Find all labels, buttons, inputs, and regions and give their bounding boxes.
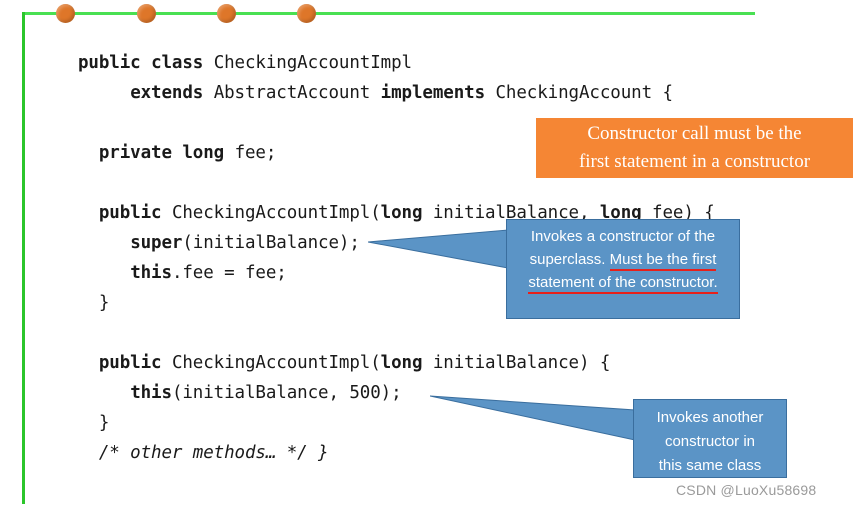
code-token-12-2: this: [130, 383, 172, 403]
callout-super-pointer-tail: [368, 229, 509, 269]
code-token-1-2: class: [151, 53, 214, 73]
callout-this-pointer-tail: [430, 395, 636, 441]
callout-super-text-plain: Invokes a constructor of the superclass.…: [528, 228, 718, 294]
code-token-7-1: [78, 233, 130, 253]
code-token-12-1: [78, 383, 130, 403]
csdn-watermark: CSDN @LuoXu58698: [676, 482, 817, 498]
bullet-dot-4: [297, 4, 316, 23]
code-token-11-1: [78, 353, 99, 373]
decor-vertical-line: [22, 12, 25, 504]
code-token-12-3: (initialBalance, 500);: [171, 383, 402, 403]
code-token-11-3: CheckingAccountImpl(: [171, 353, 381, 373]
code-token-2-2: extends: [130, 83, 214, 103]
code-token-4-4: fee;: [234, 143, 277, 163]
code-token-6-4: long: [380, 203, 433, 223]
decor-horizontal-line: [22, 12, 755, 15]
callout-this-explanation: Invokes another constructor in this same…: [633, 399, 787, 478]
code-token-7-2: super: [130, 233, 183, 253]
bullet-dot-3: [217, 4, 236, 23]
slide-canvas: public class CheckingAccountImpl extends…: [0, 0, 853, 505]
code-token-2-4: implements: [380, 83, 496, 103]
code-token-2-3: AbstractAccount: [213, 83, 381, 103]
code-token-11-4: long: [380, 353, 433, 373]
callout-this-line-2: constructor in: [664, 433, 756, 450]
code-token-2-1: [78, 83, 130, 103]
code-token-8-1: [78, 263, 130, 283]
callout-constructor-rule-line-1: Constructor call must be the: [587, 123, 802, 144]
callout-this-line-3: this same class: [658, 457, 762, 474]
code-token-11-5: initialBalance) {: [432, 353, 611, 373]
code-token-11-2: public: [98, 353, 172, 373]
code-token-13-1: }: [78, 413, 110, 433]
code-token-2-5: CheckingAccount {: [495, 83, 673, 103]
code-token-6-1: [78, 203, 99, 223]
code-token-4-2: private: [98, 143, 183, 163]
code-token-4-3: long: [182, 143, 235, 163]
code-token-6-2: public: [98, 203, 172, 223]
code-token-14-2: /* other methods… */ }: [98, 443, 329, 463]
callout-constructor-rule: Constructor call must be the first state…: [536, 118, 853, 178]
code-line-2: extends AbstractAccount implements Check…: [78, 78, 838, 108]
bullet-dot-2: [137, 4, 156, 23]
code-token-14-1: [78, 443, 99, 463]
callout-super-explanation: Invokes a constructor of the superclass.…: [506, 219, 740, 319]
code-token-9-1: }: [78, 293, 110, 313]
code-line-1: public class CheckingAccountImpl: [78, 48, 838, 78]
bullet-dot-1: [56, 4, 75, 23]
code-token-6-3: CheckingAccountImpl(: [171, 203, 381, 223]
code-token-7-3: (initialBalance);: [182, 233, 360, 253]
code-token-1-3: CheckingAccountImpl: [213, 53, 412, 73]
callout-constructor-rule-line-2: first statement in a constructor: [578, 151, 811, 172]
code-token-8-3: .fee = fee;: [171, 263, 287, 283]
code-token-1-1: public: [78, 53, 152, 73]
callout-this-line-1: Invokes another: [656, 409, 764, 426]
code-token-8-2: this: [130, 263, 172, 283]
code-line-11: public CheckingAccountImpl(long initialB…: [78, 348, 838, 378]
code-token-4-1: [78, 143, 99, 163]
